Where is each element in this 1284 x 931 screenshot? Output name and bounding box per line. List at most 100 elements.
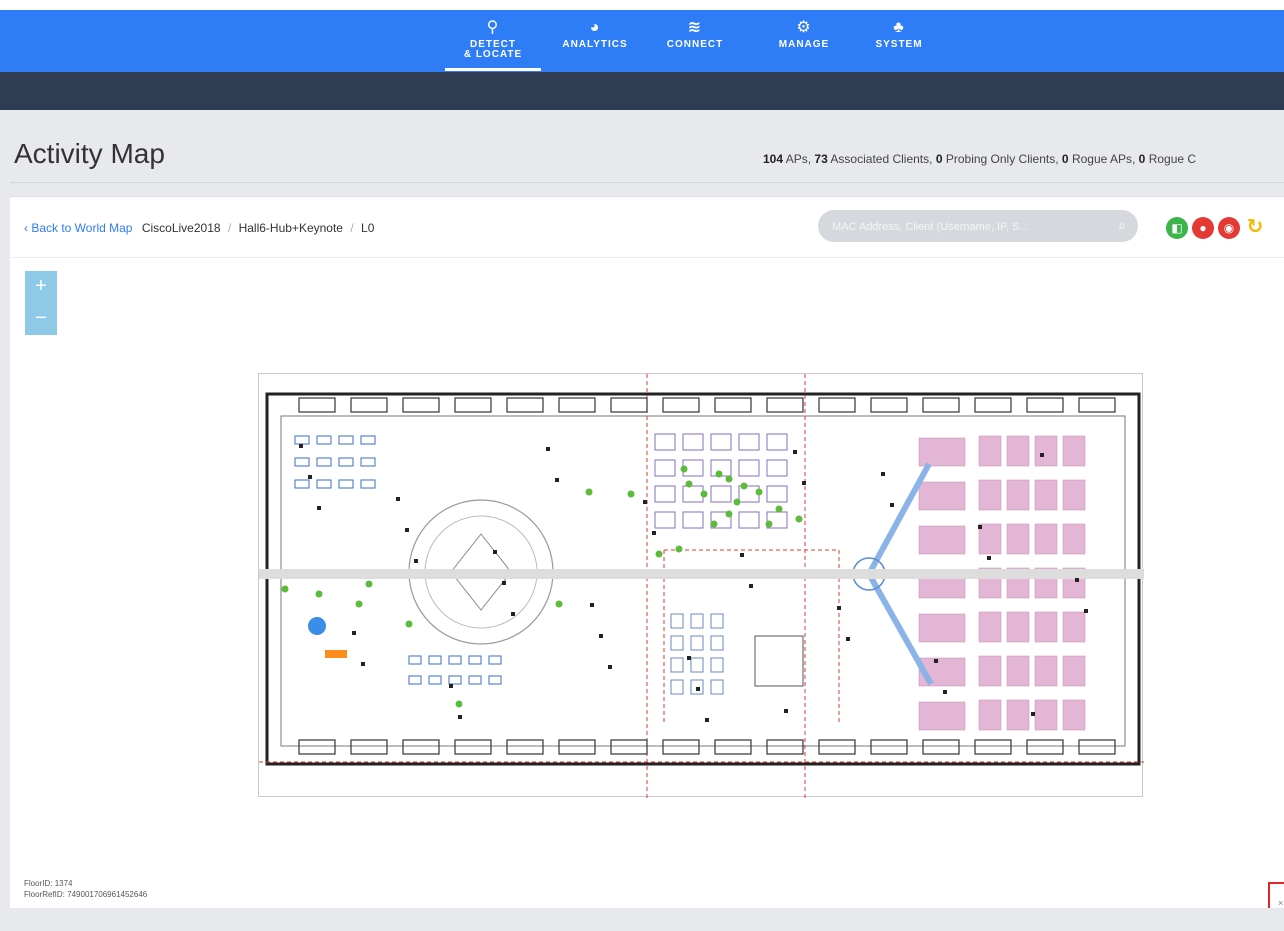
access-point-marker (1040, 453, 1044, 457)
hatched-room (754, 635, 804, 687)
rogue-aps-count: 0 (1061, 152, 1069, 166)
probing-clients-label: Probing Only Clients, (945, 152, 1059, 166)
perimeter-room (610, 739, 648, 755)
access-point-marker (837, 606, 841, 610)
furniture (338, 479, 354, 489)
perimeter-room (870, 739, 908, 755)
floor-plan-map[interactable] (258, 373, 1144, 798)
back-to-world-map-link[interactable]: ‹ Back to World Map (24, 221, 132, 235)
perimeter-room (662, 739, 700, 755)
rogue-red-icon[interactable]: ◉ (1218, 217, 1240, 239)
furniture (488, 655, 502, 665)
nav-label: MANAGE (778, 39, 830, 50)
access-point-marker (705, 718, 709, 722)
perimeter-room (766, 397, 804, 413)
access-point-marker (396, 497, 400, 501)
booth (710, 635, 724, 651)
nav-system[interactable]: ♣ SYSTEM (858, 16, 940, 68)
access-point-marker (405, 528, 409, 532)
client-dot (710, 520, 718, 528)
zoom-in-button[interactable]: + (25, 271, 57, 303)
seating-block (1006, 699, 1030, 731)
access-point-marker (652, 531, 656, 535)
furniture (408, 655, 422, 665)
furniture (448, 655, 462, 665)
perimeter-room (402, 739, 440, 755)
furniture (428, 675, 442, 685)
bottom-strip (0, 908, 1284, 931)
nav-connect[interactable]: ≋ CONNECT (654, 16, 736, 68)
furniture (294, 457, 310, 467)
perimeter-room (974, 397, 1012, 413)
breadcrumb-floor: L0 (361, 221, 375, 235)
nav-manage[interactable]: ⚙ MANAGE (764, 16, 844, 68)
seating-block (978, 611, 1002, 643)
nav-detect-locate[interactable]: ⚲ DETECT & LOCATE (445, 16, 541, 71)
client-dot (755, 488, 763, 496)
furniture (294, 479, 310, 489)
furniture (468, 675, 482, 685)
nav-analytics[interactable]: ◕ ANALYTICS (550, 16, 640, 68)
user-red-icon[interactable]: ● (1192, 217, 1214, 239)
associated-clients-count: 73 (814, 152, 828, 166)
seating-block (918, 525, 966, 555)
booth (738, 511, 760, 529)
seating-block (918, 481, 966, 511)
seating-block (978, 523, 1002, 555)
access-point-marker (1075, 578, 1079, 582)
access-point-marker (987, 556, 991, 560)
perimeter-room (454, 397, 492, 413)
perimeter-room (714, 397, 752, 413)
perimeter-room (766, 739, 804, 755)
access-point-marker (687, 656, 691, 660)
client-dot (725, 510, 733, 518)
seating-block (918, 437, 966, 467)
perimeter-room (922, 739, 960, 755)
client-dot (365, 580, 373, 588)
client-dot (627, 490, 635, 498)
seating-block (918, 701, 966, 731)
seating-block (1034, 699, 1058, 731)
furniture (338, 457, 354, 467)
seating-block (918, 613, 966, 643)
refresh-yellow-icon[interactable]: ↻ (1244, 217, 1266, 239)
access-point-marker (793, 450, 797, 454)
access-point-marker (608, 665, 612, 669)
access-point-marker (802, 481, 806, 485)
search-input[interactable] (830, 217, 1104, 237)
search-icon[interactable]: ⌕ (1118, 217, 1126, 234)
client-green-icon[interactable]: ◧ (1166, 217, 1188, 239)
booth (654, 511, 676, 529)
breadcrumb-building[interactable]: Hall6-Hub+Keynote (239, 221, 343, 235)
zoom-out-button[interactable]: − (25, 303, 57, 335)
access-point-marker (414, 559, 418, 563)
perimeter-room (350, 397, 388, 413)
lounge-area (308, 617, 326, 635)
breadcrumb-campus[interactable]: CiscoLive2018 (142, 221, 221, 235)
perimeter-room (454, 739, 492, 755)
seating-block (978, 435, 1002, 467)
client-dot (675, 545, 683, 553)
seating-block (1006, 479, 1030, 511)
perimeter-room (1078, 397, 1116, 413)
perimeter-room (610, 397, 648, 413)
client-dot (740, 482, 748, 490)
seating-block (1034, 479, 1058, 511)
booth (682, 485, 704, 503)
access-point-marker (740, 553, 744, 557)
breadcrumb-separator: / (227, 221, 232, 235)
access-point-marker (299, 444, 303, 448)
booth (670, 679, 684, 695)
access-point-marker (696, 687, 700, 691)
furniture (488, 675, 502, 685)
floor-ref-id: 749001706961452646 (67, 890, 148, 899)
client-dot (725, 475, 733, 483)
floor-info: FloorID: 1374 FloorRefID: 74900170696145… (24, 878, 147, 900)
access-point-marker (599, 634, 603, 638)
booth (670, 657, 684, 673)
perimeter-room (558, 739, 596, 755)
seating-block (1062, 523, 1086, 555)
access-point-marker (890, 503, 894, 507)
client-dot (405, 620, 413, 628)
seating-block (1062, 435, 1086, 467)
